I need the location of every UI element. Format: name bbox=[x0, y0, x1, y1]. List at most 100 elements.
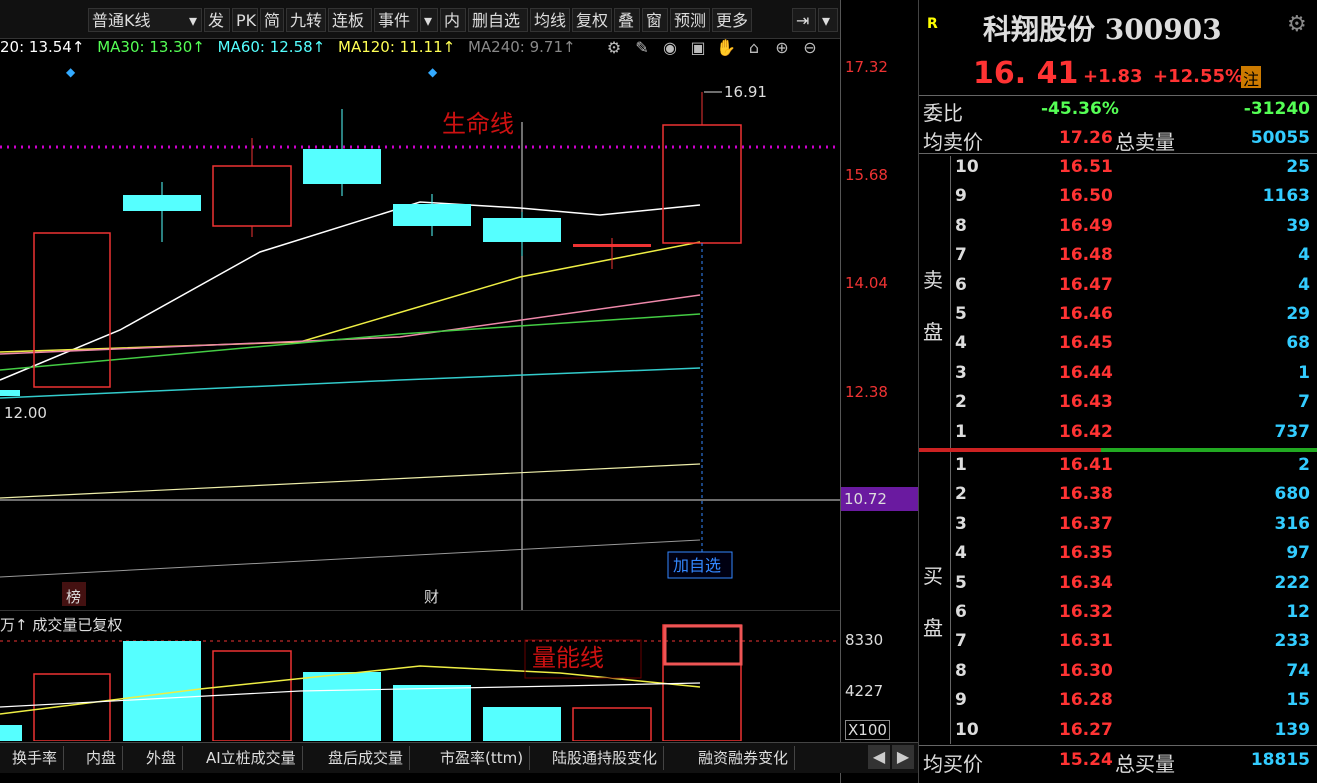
orderbook-level: 4 bbox=[955, 333, 967, 354]
life-line-label: 生命线 bbox=[442, 110, 514, 138]
orderbook-volume: 1163 bbox=[1262, 186, 1310, 207]
orderbook-volume: 4 bbox=[1298, 274, 1310, 295]
toolbar-button[interactable]: 复权 bbox=[572, 8, 612, 32]
orderbook-level: 8 bbox=[955, 215, 967, 236]
toolbar-button[interactable]: 连板 bbox=[328, 8, 372, 32]
orderbook-level: 2 bbox=[955, 392, 967, 413]
r-badge: R bbox=[927, 16, 938, 32]
scroll-right-icon[interactable]: ▶ bbox=[892, 745, 914, 769]
indicator-tab[interactable]: 盘后成交量 bbox=[322, 746, 411, 770]
orderbook-volume: 316 bbox=[1274, 513, 1311, 534]
candle-down bbox=[0, 390, 20, 396]
orderbook-level: 5 bbox=[955, 304, 967, 324]
orderbook-volume: 25 bbox=[1286, 157, 1310, 177]
ma240-value: MA240: 9.71↑ bbox=[467, 38, 576, 56]
total-sell-volume: 50055 bbox=[1250, 128, 1310, 148]
orderbook-row: 4 16.45 68 bbox=[919, 333, 1317, 362]
kline-type-label: 普通K线 bbox=[92, 11, 151, 30]
candle-down bbox=[303, 149, 381, 184]
price-change: +1.83 bbox=[1083, 66, 1143, 87]
toolbar-button[interactable]: 九转 bbox=[286, 8, 326, 32]
chevron-down-icon: ▾ bbox=[188, 11, 197, 30]
orderbook-level: 10 bbox=[955, 157, 979, 177]
avg-sell-label: 均卖价 bbox=[923, 130, 983, 154]
volume-bar bbox=[483, 707, 561, 741]
ma60-value: MA60: 12.58↑ bbox=[217, 38, 326, 56]
orderbook-price: 16.30 bbox=[1059, 660, 1113, 681]
orderbook-row: 8 16.30 74 bbox=[919, 661, 1317, 690]
indicator-tabs: 换手率 内盘 外盘 AI立桩成交量 盘后成交量 市盈率(ttm) 陆股通持股变化 融资融券变化 bbox=[0, 742, 918, 773]
indicator-tab[interactable]: 内盘 bbox=[80, 746, 124, 770]
orderbook-price: 16.45 bbox=[1059, 333, 1113, 354]
total-sell-label: 总卖量 bbox=[1115, 130, 1175, 154]
zoom-in-icon[interactable]: ⊕ bbox=[772, 38, 792, 57]
long-ma-line bbox=[0, 463, 701, 499]
orderbook-volume: 233 bbox=[1274, 631, 1311, 652]
chevron-down-icon[interactable]: ▾ bbox=[420, 8, 438, 32]
toolbar-button[interactable]: 更多 bbox=[712, 8, 752, 32]
diamond-marker-icon: ◆ bbox=[66, 65, 76, 79]
toolbar-button[interactable]: 事件 bbox=[374, 8, 418, 32]
price-axis-label: 12.38 bbox=[845, 383, 888, 401]
toolbar-button[interactable]: 均线 bbox=[530, 8, 570, 32]
orderbook-price: 16.35 bbox=[1059, 543, 1113, 564]
indicator-tab[interactable]: 市盈率(ttm) bbox=[434, 746, 531, 770]
kline-type-select[interactable]: 普通K线 ▾ bbox=[88, 8, 202, 32]
orderbook-level: 7 bbox=[955, 631, 967, 652]
vol-axis-label: 4227 bbox=[845, 682, 884, 700]
chart-toolbar: 普通K线 ▾ 发 PK 简九转 连板 事件 ▾ 内删自选 均线 复权叠窗预测 更多 ⇥ ▾ bbox=[0, 0, 840, 39]
orderbook-price: 16.48 bbox=[1059, 245, 1113, 266]
toolbar-button[interactable]: 叠 bbox=[614, 8, 640, 32]
orderbook-level: 9 bbox=[955, 690, 967, 711]
gear-icon[interactable]: ⚙ bbox=[1287, 12, 1307, 37]
toolbar-button[interactable]: 预测 bbox=[670, 8, 710, 32]
orderbook-level: 9 bbox=[955, 186, 967, 207]
box-icon[interactable]: ▣ bbox=[688, 38, 708, 57]
orderbook-price: 16.32 bbox=[1059, 602, 1113, 622]
note-badge[interactable]: 注 bbox=[1241, 66, 1261, 89]
orderbook-level: 1 bbox=[955, 455, 967, 475]
orderbook-volume: 680 bbox=[1274, 484, 1311, 505]
lock-icon[interactable]: ⌂ bbox=[744, 38, 764, 57]
indicator-tab[interactable]: 换手率 bbox=[6, 746, 65, 770]
indicator-tab[interactable]: 融资融券变化 bbox=[692, 746, 796, 770]
toolbar-button[interactable]: 内 bbox=[440, 8, 466, 32]
toolbar-button[interactable]: 发 bbox=[204, 8, 230, 32]
scroll-left-icon[interactable]: ◀ bbox=[868, 745, 890, 769]
toolbar-button[interactable]: PK bbox=[232, 8, 258, 32]
longer-ma-line bbox=[0, 539, 701, 578]
zoom-out-icon[interactable]: ⊖ bbox=[800, 38, 820, 57]
eye-icon[interactable]: ◉ bbox=[660, 38, 680, 57]
toolbar-button[interactable]: 简 bbox=[260, 8, 284, 32]
indicator-tab[interactable]: AI立桩成交量 bbox=[200, 746, 303, 770]
pen-icon[interactable]: ✎ bbox=[632, 38, 652, 57]
pin-icon[interactable]: ⇥ bbox=[792, 8, 816, 32]
candlestick-chart[interactable]: 生命线 ◆ ◆ 16.91 12.00 加自选 榜 财 bbox=[0, 62, 840, 610]
orderbook-level: 3 bbox=[955, 362, 967, 383]
chevron-down-icon[interactable]: ▾ bbox=[818, 8, 838, 32]
indicator-tab[interactable]: 外盘 bbox=[140, 746, 184, 770]
gear-icon[interactable]: ⚙ bbox=[604, 38, 624, 57]
orderbook-level: 10 bbox=[955, 719, 979, 740]
toolbar-button[interactable]: 窗 bbox=[642, 8, 668, 32]
ma20-value: 20: 13.54↑ bbox=[0, 38, 85, 56]
orderbook-volume: 222 bbox=[1274, 572, 1311, 593]
orderbook-row: 3 16.37 316 bbox=[919, 514, 1317, 543]
volume-bar bbox=[212, 650, 292, 741]
toolbar-button[interactable]: 删自选 bbox=[468, 8, 528, 32]
orderbook-level: 4 bbox=[955, 543, 967, 564]
volume-chart[interactable]: 量能线 bbox=[0, 610, 840, 741]
sell-buy-divider bbox=[1101, 448, 1317, 452]
candle-doji bbox=[573, 244, 651, 247]
weibi-value: -31240 bbox=[1243, 99, 1310, 119]
indicator-tab[interactable]: 陆股通持股变化 bbox=[546, 746, 665, 770]
cai-marker-label[interactable]: 财 bbox=[424, 588, 439, 606]
volume-bar bbox=[393, 685, 471, 741]
current-price-tag: 10.72 bbox=[841, 487, 918, 511]
total-buy-label: 总买量 bbox=[1115, 752, 1175, 776]
orderbook-volume: 68 bbox=[1286, 333, 1310, 354]
orderbook-price: 16.49 bbox=[1059, 215, 1113, 236]
hand-icon[interactable]: ✋ bbox=[716, 38, 736, 57]
orderbook-price: 16.41 bbox=[1059, 455, 1113, 475]
price-axis: 17.32 15.68 14.04 12.38 10.72 8330 4227 … bbox=[840, 0, 919, 783]
